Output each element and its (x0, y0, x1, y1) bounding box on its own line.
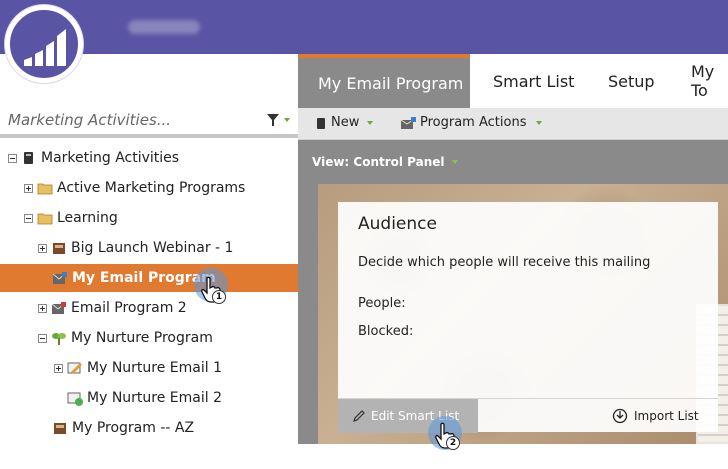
nurture-email-icon (67, 390, 83, 406)
tab-my-tokens[interactable]: My To (691, 54, 728, 108)
tree-node-label: My Program -- AZ (72, 420, 195, 436)
tree-node-big-launch-webinar[interactable]: Big Launch Webinar - 1 (38, 234, 336, 262)
collapse-icon[interactable] (38, 333, 47, 343)
nurture-email-icon (67, 360, 83, 376)
tab-smart-list[interactable]: Smart List (493, 54, 574, 108)
dropdown-arrow-icon (536, 120, 543, 125)
dropdown-arrow-icon (367, 120, 374, 125)
tab-label: Setup (608, 71, 655, 91)
marketo-logo[interactable] (5, 5, 83, 83)
pencil-icon (353, 410, 365, 422)
filter-icon (267, 114, 290, 126)
import-icon (612, 408, 628, 424)
tab-setup[interactable]: Setup (608, 54, 655, 108)
expand-icon[interactable] (24, 183, 33, 193)
view-label: View: Control Panel (312, 155, 445, 169)
card-description: Decide which people will receive this ma… (358, 255, 651, 270)
tree-search-row (0, 104, 298, 138)
people-label: People: (358, 296, 406, 311)
filter-button[interactable] (264, 110, 292, 130)
marketing-activities-icon (21, 150, 37, 166)
logo-bars-icon (24, 29, 66, 66)
tab-label: My To (691, 62, 715, 100)
tree-node-label: Marketing Activities (41, 150, 180, 166)
tree-node-label: My Nurture Program (71, 330, 213, 346)
program-actions-icon (400, 116, 416, 129)
blurred-workspace-name (128, 20, 200, 34)
tree-node-active-marketing-programs[interactable]: Active Marketing Programs (24, 174, 322, 202)
tree-node-my-email-program[interactable]: My Email Program (0, 264, 298, 292)
new-label: New (331, 115, 360, 130)
import-list-button[interactable]: Import List (612, 399, 699, 433)
step-number-badge: 2 (446, 436, 460, 450)
tree-node-label: Email Program 2 (71, 300, 187, 316)
tree-node-label: My Nurture Email 1 (87, 360, 222, 376)
card-footer: Edit Smart List Import List (338, 398, 718, 433)
tab-label: Smart List (493, 71, 575, 91)
tab-label: My Email Program (318, 73, 464, 93)
email-program-icon (51, 300, 67, 316)
event-program-icon (51, 240, 67, 256)
blocked-label: Blocked: (358, 324, 414, 339)
tree-node-my-nurture-program[interactable]: My Nurture Program (38, 324, 336, 352)
expand-icon[interactable] (38, 303, 47, 313)
dropdown-arrow-icon (451, 160, 458, 164)
tree-search-input[interactable] (8, 108, 258, 132)
nurture-program-icon (51, 330, 67, 346)
import-list-label: Import List (634, 409, 699, 423)
new-menu-button[interactable]: New (314, 115, 375, 130)
view-bar: View: Control Panel (298, 140, 728, 184)
card-title: Audience (358, 214, 437, 234)
tree-node-marketing-activities[interactable]: Marketing Activities (8, 144, 306, 172)
expand-icon[interactable] (38, 243, 47, 253)
program-toolbar: New Program Actions (298, 108, 728, 140)
bottom-strip (298, 444, 728, 469)
top-bar (0, 0, 728, 54)
step-number-badge: 1 (212, 290, 226, 304)
expand-icon[interactable] (54, 363, 63, 373)
collapse-icon[interactable] (24, 213, 33, 223)
tree-node-label: Big Launch Webinar - 1 (71, 240, 234, 256)
program-actions-label: Program Actions (420, 115, 527, 130)
audience-card: Audience Decide which people will receiv… (338, 202, 718, 433)
tree-node-label: Active Marketing Programs (57, 180, 246, 196)
email-program-icon (52, 270, 68, 286)
program-tab-bar: My Email Program Smart List Setup My To (298, 54, 728, 108)
program-actions-button[interactable]: Program Actions (400, 115, 544, 130)
tree-node-label: Learning (57, 210, 118, 226)
program-icon (52, 420, 68, 436)
tree-node-learning[interactable]: Learning (24, 204, 322, 232)
collapse-icon[interactable] (8, 153, 17, 163)
view-selector[interactable]: View: Control Panel (312, 155, 459, 169)
tree-node-label: My Nurture Email 2 (87, 390, 222, 406)
tab-my-email-program[interactable]: My Email Program (298, 54, 470, 108)
tree-node-email-program-2[interactable]: Email Program 2 (38, 294, 336, 322)
folder-icon (37, 180, 53, 196)
folder-icon (37, 210, 53, 226)
navigation-panel: Marketing Activities Active Marketing Pr… (0, 54, 298, 469)
new-icon (317, 117, 325, 129)
